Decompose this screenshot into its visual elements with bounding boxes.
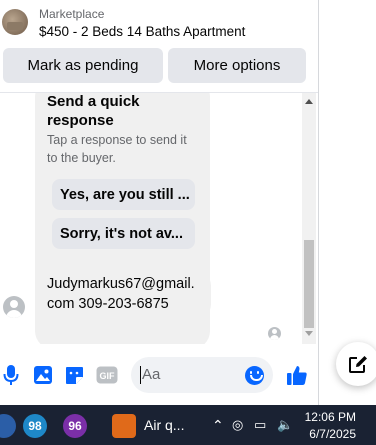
new-message-button[interactable] [336,342,376,386]
taskbar-app-icon[interactable] [0,414,16,438]
chevron-up-icon[interactable]: ⌃ [212,417,224,434]
more-options-button[interactable]: More options [168,48,306,83]
message-text-line: Judymarkus67@gmail. [47,276,195,292]
weather-icon[interactable] [112,414,136,438]
seen-avatar-icon [268,327,281,340]
marketplace-label: Marketplace [39,7,105,21]
quick-response-subtitle: Tap a response to send it to the buyer. [47,133,187,165]
sender-avatar[interactable] [3,296,25,318]
message-input[interactable]: Aa [131,357,273,393]
message-input-placeholder: Aa [142,366,161,383]
listing-title[interactable]: $450 - 2 Beds 14 Baths Apartment [39,24,245,39]
taskbar-badge[interactable]: 98 [23,414,47,438]
message-bubble[interactable]: Judymarkus67@gmail. com 309-203-6875 [36,268,211,322]
scroll-down-arrow-icon[interactable] [305,331,313,336]
taskbar-badge[interactable]: 96 [63,414,87,438]
scrollbar[interactable] [302,93,316,344]
quick-response-chip[interactable]: Yes, are you still ... [52,179,195,210]
text-cursor [140,366,141,384]
clock-time: 12:06 PM [304,410,356,424]
network-icon[interactable]: ▭ [254,417,266,433]
compose-icon [349,356,367,373]
chat-panel: Marketplace $450 - 2 Beds 14 Baths Apart… [0,0,319,405]
clock[interactable]: 12:06 PM 6/7/2025 [305,409,356,443]
gif-icon[interactable]: GIF [96,363,118,387]
quick-response-chip[interactable]: Sorry, it's not av... [52,218,195,249]
gif-label: GIF [100,371,116,381]
meet-icon[interactable]: ◎ [232,417,243,433]
scrollbar-thumb[interactable] [304,240,314,328]
screen: Marketplace $450 - 2 Beds 14 Baths Apart… [0,0,376,445]
taskbar: 98 96 Air q... ⌃ ◎ ▭ 🔈 12:06 PM 6/7/2025 [0,405,376,445]
like-icon[interactable] [286,363,308,387]
clock-date: 6/7/2025 [309,427,356,441]
scroll-up-arrow-icon[interactable] [305,99,313,104]
listing-header[interactable]: Marketplace $450 - 2 Beds 14 Baths Apart… [0,0,318,42]
sticker-icon[interactable] [64,363,85,387]
volume-icon[interactable]: 🔈 [277,417,293,433]
quick-response-title: Send a quick response [47,93,140,129]
listing-thumbnail[interactable] [2,9,28,35]
message-list: Send a quick response Tap a response to … [0,93,302,344]
message-text-line: com 309-203-6875 [47,296,169,312]
weather-label[interactable]: Air q... [144,417,184,433]
mark-as-pending-button[interactable]: Mark as pending [3,48,163,83]
photo-icon[interactable] [33,363,53,387]
emoji-icon[interactable] [245,366,264,385]
mic-icon[interactable] [3,363,19,387]
